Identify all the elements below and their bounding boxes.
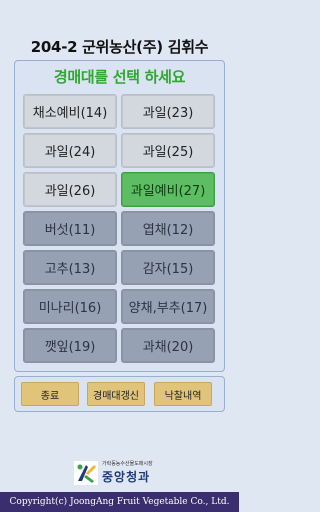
stall-label: 과일(24)	[44, 145, 96, 160]
stall-button[interactable]: 채소예비(14)	[23, 94, 117, 129]
stall-label: 채소예비(14)	[32, 106, 108, 121]
stall-button: 양채,부추(17)	[121, 289, 215, 324]
stall-button[interactable]: 과일(23)	[121, 94, 215, 129]
stall-label: 엽채(12)	[142, 223, 194, 238]
stall-button[interactable]: 과일(26)	[23, 172, 117, 207]
stall-label: 과일(26)	[44, 184, 96, 199]
stall-label: 과일예비(27)	[130, 184, 206, 199]
stall-label: 고추(13)	[44, 262, 96, 277]
stall-button: 감자(15)	[121, 250, 215, 285]
refresh-stalls-button[interactable]: 경매대갱신	[87, 382, 145, 406]
stall-label: 과채(20)	[142, 340, 194, 355]
page-title: 204-2 군위농산(주) 김휘수	[30, 38, 209, 56]
company-logo-icon	[74, 461, 98, 485]
logo-name: 중앙청과	[102, 470, 151, 484]
stall-button: 과채(20)	[121, 328, 215, 363]
logo-subtitle: 가락동농수산물도매시장	[102, 461, 153, 467]
stall-label: 깻잎(19)	[44, 340, 96, 355]
stall-button: 버섯(11)	[23, 211, 117, 246]
stall-button: 고추(13)	[23, 250, 117, 285]
stall-button[interactable]: 과일(25)	[121, 133, 215, 168]
stall-label: 버섯(11)	[44, 223, 96, 238]
stall-label: 과일(23)	[142, 106, 194, 121]
stall-grid: 채소예비(14) 과일(23) 과일(24) 과일(25) 과일(26) 과일예…	[23, 94, 215, 363]
exit-button[interactable]: 종료	[21, 382, 79, 406]
company-logo: 가락동농수산물도매시장 중앙청과	[74, 458, 184, 488]
footer-copyright: Copyright(c) JoongAng Fruit Vegetable Co…	[0, 492, 239, 512]
stall-button[interactable]: 과일(24)	[23, 133, 117, 168]
stall-label: 과일(25)	[142, 145, 194, 160]
stall-button: 깻잎(19)	[23, 328, 117, 363]
stall-label: 미나리(16)	[38, 301, 102, 316]
stall-button: 미나리(16)	[23, 289, 117, 324]
stall-button: 엽채(12)	[121, 211, 215, 246]
stall-label: 감자(15)	[142, 262, 194, 277]
select-stall-prompt: 경매대를 선택 하세요	[53, 68, 186, 86]
stall-label: 양채,부추(17)	[128, 301, 208, 316]
stall-button[interactable]: 과일예비(27)	[121, 172, 215, 207]
bid-history-button[interactable]: 낙찰내역	[154, 382, 212, 406]
